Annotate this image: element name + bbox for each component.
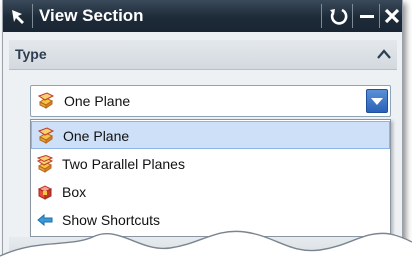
type-section-header[interactable]: Type (9, 40, 397, 70)
one-plane-icon (37, 92, 55, 109)
box-icon (37, 185, 53, 200)
dropdown-item-label: One Plane (63, 128, 130, 144)
dropdown-item-label: Box (62, 184, 87, 200)
dropdown-item-box[interactable]: Box (31, 178, 390, 206)
minimize-icon[interactable] (355, 4, 379, 28)
dialog-title: View Section (39, 6, 144, 25)
dropdown-item-two-parallel-planes[interactable]: Two Parallel Planes (31, 150, 390, 178)
dropdown-item-one-plane[interactable]: One Plane (31, 121, 390, 149)
title-divider (32, 4, 33, 28)
type-select[interactable]: One Plane (30, 85, 391, 117)
type-select-value: One Plane (64, 93, 131, 109)
one-plane-icon (37, 127, 55, 144)
chevron-down-icon (371, 98, 383, 105)
dropdown-item-label: Two Parallel Planes (62, 156, 185, 172)
reset-icon[interactable] (326, 4, 350, 28)
section-title: Type (15, 46, 47, 62)
title-divider (321, 4, 322, 28)
title-divider (352, 4, 353, 28)
collapse-chevron-icon[interactable] (377, 48, 391, 60)
torn-edge-decoration (0, 230, 412, 271)
close-icon[interactable] (380, 4, 404, 28)
title-bar[interactable]: View Section (3, 0, 402, 32)
select-arrow-icon[interactable] (7, 5, 29, 27)
dropdown-button[interactable] (366, 89, 388, 113)
two-parallel-planes-icon (36, 155, 54, 173)
